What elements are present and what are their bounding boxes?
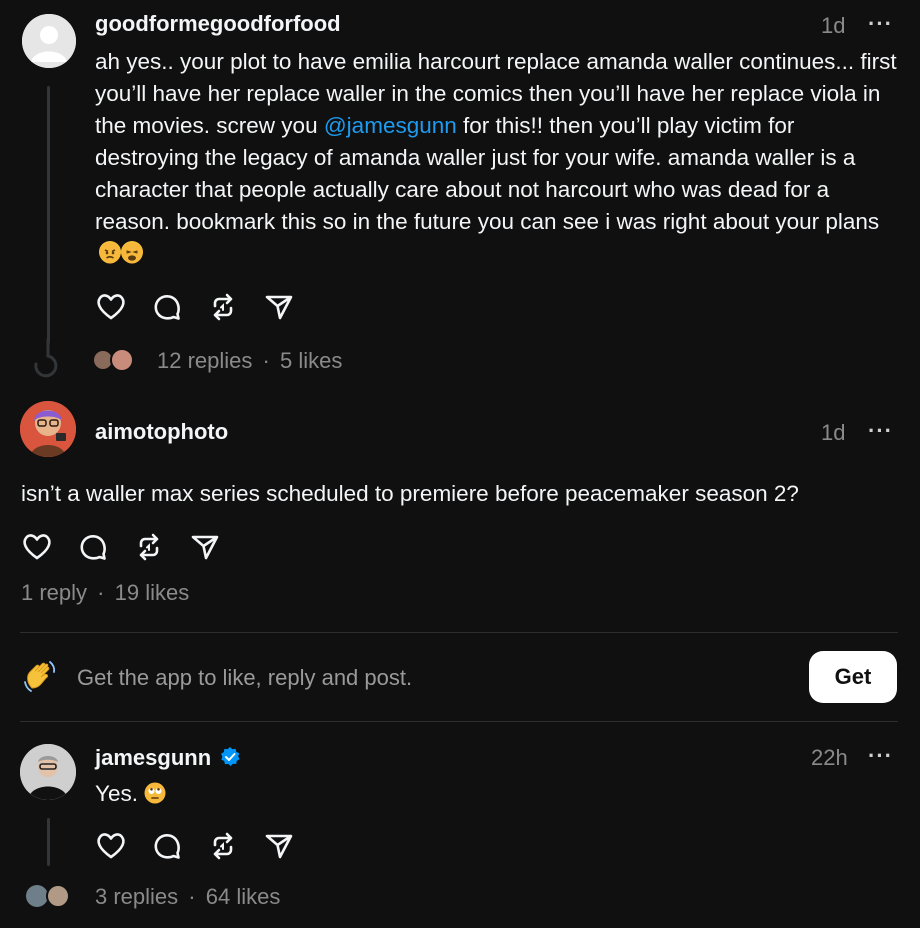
post-text: isn’t a waller max series scheduled to p…	[21, 481, 799, 506]
repost-button[interactable]	[206, 290, 240, 324]
post-timestamp: 1d	[821, 13, 846, 38]
share-button[interactable]	[188, 530, 222, 564]
post-username[interactable]: jamesgunn	[95, 745, 241, 771]
cartoon-avatar-icon	[20, 401, 76, 457]
avatar[interactable]	[22, 14, 76, 68]
eyeroll-emoji	[144, 781, 166, 804]
more-options-button[interactable]: ···	[868, 11, 893, 37]
verified-badge-icon	[221, 747, 240, 766]
stats-separator: ·	[262, 348, 270, 373]
stats-separator: ·	[188, 884, 196, 909]
likes-count[interactable]: 5 likes	[280, 348, 342, 373]
post-timestamp: 1d	[821, 420, 846, 445]
stats-separator: ·	[97, 580, 105, 605]
wave-emoji	[24, 661, 56, 692]
post-timestamp: 22h	[811, 745, 848, 770]
post-username[interactable]: goodformegoodforfood	[95, 11, 341, 37]
post-username[interactable]: aimotophoto	[95, 419, 228, 445]
post-actions	[94, 290, 296, 324]
reply-button[interactable]	[150, 290, 184, 324]
replier-avatar	[110, 348, 134, 372]
divider	[20, 721, 898, 722]
replier-avatar	[46, 884, 70, 908]
default-avatar-icon	[22, 14, 76, 68]
replies-count[interactable]: 12 replies	[157, 348, 252, 373]
post-actions	[94, 829, 296, 863]
replier-avatars	[94, 347, 140, 373]
post-stats: 1 reply · 19 likes	[21, 580, 189, 606]
post-stats: 3 replies · 64 likes	[95, 884, 280, 910]
thread-loop-icon	[34, 338, 58, 378]
promo-text: Get the app to like, reply and post.	[77, 665, 413, 690]
reply-button[interactable]	[76, 530, 110, 564]
like-button[interactable]	[94, 290, 128, 324]
avatar[interactable]	[20, 744, 76, 800]
repost-button[interactable]	[132, 530, 166, 564]
weary-emoji	[121, 241, 143, 264]
angry-emoji	[99, 241, 121, 264]
replies-count[interactable]: 3 replies	[95, 884, 178, 909]
replies-count[interactable]: 1 reply	[21, 580, 87, 605]
like-button[interactable]	[94, 829, 128, 863]
replier-avatar	[26, 885, 48, 907]
post-text: ah yes.. your plot to have emilia harcou…	[95, 46, 900, 270]
thread-line	[47, 818, 50, 866]
replier-avatars	[26, 882, 76, 910]
repost-button[interactable]	[206, 829, 240, 863]
post-stats: 12 replies · 5 likes	[157, 348, 342, 374]
likes-count[interactable]: 64 likes	[206, 884, 281, 909]
post-text-content: Yes.	[95, 781, 138, 806]
mention-link[interactable]: @jamesgunn	[324, 113, 457, 138]
likes-count[interactable]: 19 likes	[115, 580, 190, 605]
share-button[interactable]	[262, 829, 296, 863]
thread-line	[47, 86, 50, 344]
post-username-text[interactable]: jamesgunn	[95, 745, 211, 770]
like-button[interactable]	[20, 530, 54, 564]
divider	[20, 632, 898, 633]
profile-photo-icon	[20, 744, 76, 800]
share-button[interactable]	[262, 290, 296, 324]
more-options-button[interactable]: ···	[868, 418, 893, 444]
more-options-button[interactable]: ···	[868, 743, 893, 769]
get-app-button[interactable]: Get	[809, 651, 897, 703]
avatar[interactable]	[20, 401, 76, 457]
post-text: Yes.	[95, 778, 166, 810]
post-actions	[20, 530, 222, 564]
reply-button[interactable]	[150, 829, 184, 863]
